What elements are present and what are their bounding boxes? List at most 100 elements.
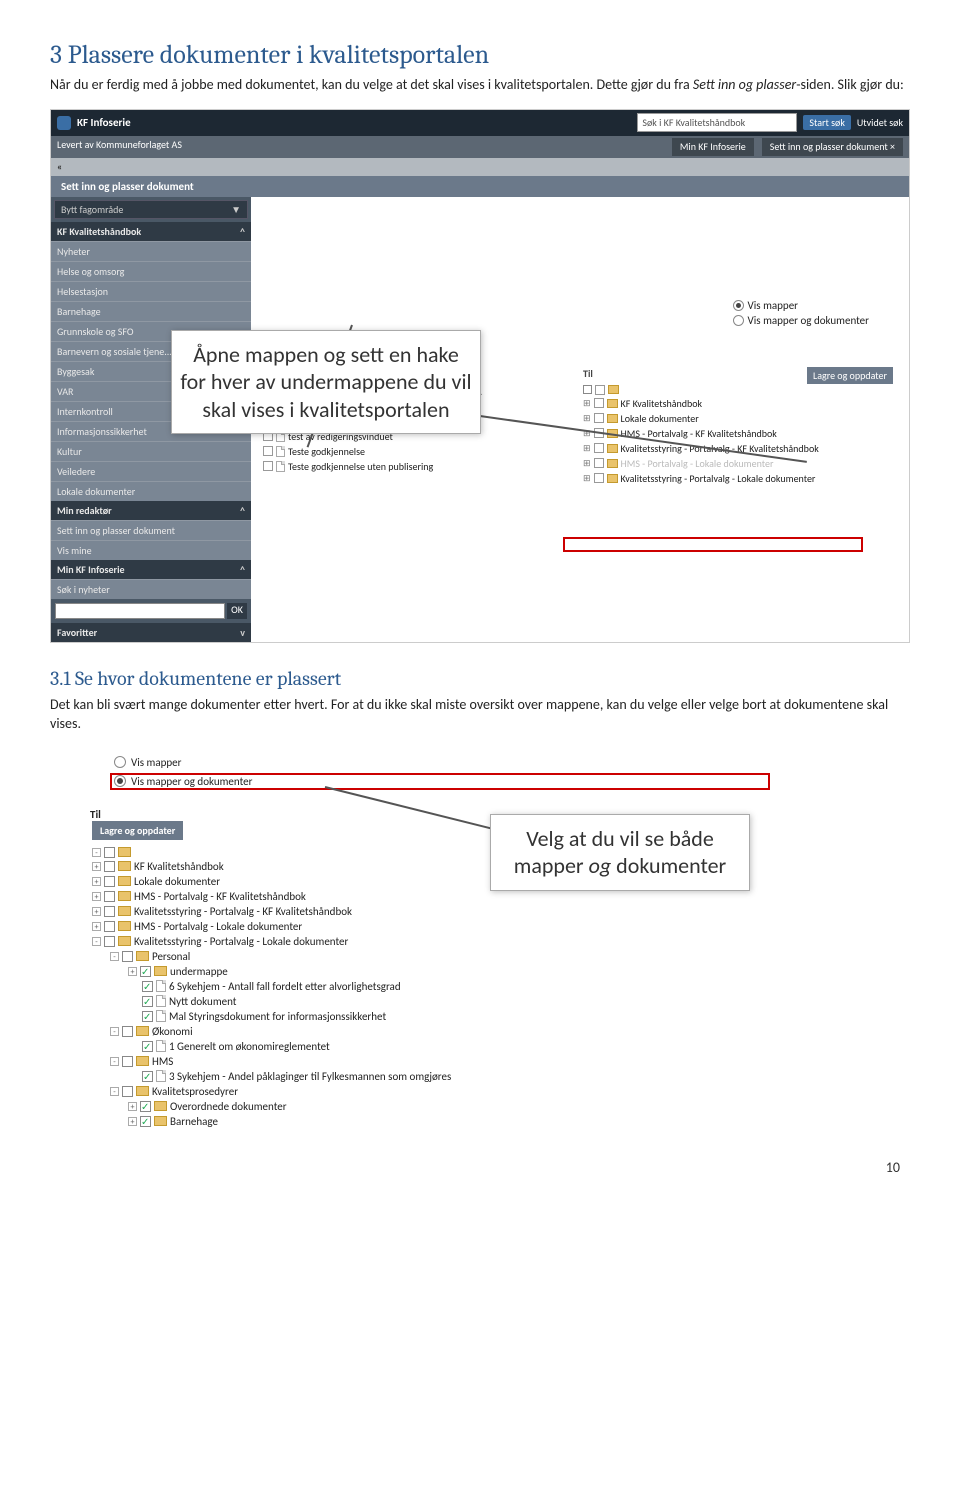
tab-min-kf-infoserie[interactable]: Min KF Infoserie	[672, 138, 754, 156]
collapse-icon[interactable]: -	[92, 937, 101, 946]
folder-item[interactable]: +Barnehage	[128, 1114, 770, 1129]
expand-icon[interactable]: ⊞	[583, 443, 591, 454]
folder-item[interactable]: -Kvalitetsstyring - Portalvalg - Lokale …	[92, 934, 770, 949]
folder-item[interactable]: -Økonomi	[110, 1024, 770, 1039]
checkbox[interactable]	[263, 446, 273, 456]
folder-item[interactable]: -Personal	[110, 949, 770, 964]
document-item[interactable]: Mal Styringsdokument for informasjonssik…	[128, 1009, 770, 1024]
expand-icon[interactable]	[583, 385, 592, 394]
sidebar-item[interactable]: Lokale dokumenter	[51, 481, 251, 501]
sidebar-item[interactable]: Barnehage	[51, 301, 251, 321]
checkbox[interactable]	[594, 443, 604, 453]
expand-icon[interactable]: ⊞	[583, 398, 591, 409]
expand-icon[interactable]: +	[92, 877, 101, 886]
tab-sett-inn-og-plasser[interactable]: Sett inn og plasser dokument ×	[762, 138, 903, 156]
checkbox[interactable]	[122, 1056, 133, 1067]
expand-icon[interactable]: -	[92, 848, 101, 857]
folder-item[interactable]: -HMS	[110, 1054, 770, 1069]
news-search-ok-button[interactable]: OK	[227, 603, 247, 619]
folder-item[interactable]: +Kvalitetsstyring - Portalvalg - KF Kval…	[92, 904, 770, 919]
radio-vis-mapper[interactable]: Vis mapper	[733, 299, 869, 312]
folder-item[interactable]: ⊞HMS - Portalvalg - Lokale dokumenter	[583, 456, 893, 471]
bytt-fagomrade-select[interactable]: Bytt fagområde▼	[54, 200, 248, 219]
sidebar-item[interactable]: Helsestasjon	[51, 281, 251, 301]
sidebar-item[interactable]: Nyheter	[51, 241, 251, 261]
section-kvalitetshandbok[interactable]: KF Kvalitetshåndbok^	[51, 222, 251, 241]
checkbox[interactable]	[140, 1116, 151, 1127]
checkbox[interactable]	[104, 891, 115, 902]
radio-vis-mapper[interactable]: Vis mapper	[110, 754, 770, 771]
radio-vis-mapper-og-dokumenter[interactable]: Vis mapper og dokumenter	[733, 314, 869, 327]
expand-icon[interactable]: +	[92, 892, 101, 901]
collapse-icon[interactable]: -	[110, 952, 119, 961]
checkbox[interactable]	[104, 921, 115, 932]
expand-icon[interactable]: ⊞	[583, 473, 591, 484]
radio-vis-mapper-og-dokumenter[interactable]: Vis mapper og dokumenter	[110, 773, 770, 790]
folder-item[interactable]: +undermappe	[128, 964, 770, 979]
expand-icon[interactable]: +	[128, 1102, 137, 1111]
top-search-input[interactable]: Søk i KF Kvalitetshåndbok	[637, 113, 797, 132]
collapse-icon[interactable]: -	[110, 1057, 119, 1066]
document-item[interactable]: Nytt dokument	[128, 994, 770, 1009]
start-search-button[interactable]: Start søk	[803, 115, 850, 130]
checkbox[interactable]	[104, 876, 115, 887]
lagre-og-oppdater-button[interactable]: Lagre og oppdater	[807, 367, 893, 384]
sidebar-item[interactable]: Helse og omsorg	[51, 261, 251, 281]
document-item[interactable]: 1 Generelt om økonomireglementet	[128, 1039, 770, 1054]
collapse-icon[interactable]: «	[57, 160, 62, 174]
folder-item[interactable]: ⊞Lokale dokumenter	[583, 411, 893, 426]
checkbox[interactable]	[142, 1011, 153, 1022]
collapse-icon[interactable]: -	[110, 1027, 119, 1036]
expand-icon[interactable]: +	[92, 907, 101, 916]
checkbox[interactable]	[142, 996, 153, 1007]
file-item[interactable]: Teste godkjennelse	[263, 444, 543, 459]
document-item[interactable]: 6 Sykehjem - Antall fall fordelt etter a…	[128, 979, 770, 994]
checkbox[interactable]	[104, 936, 115, 947]
close-icon[interactable]: ×	[890, 140, 895, 153]
checkbox[interactable]	[140, 966, 151, 977]
checkbox[interactable]	[594, 473, 604, 483]
folder-item[interactable]: ⊞KF Kvalitetshåndbok	[583, 396, 893, 411]
sidebar-item[interactable]: Kultur	[51, 441, 251, 461]
lagre-og-oppdater-button[interactable]: Lagre og oppdater	[92, 821, 183, 840]
checkbox[interactable]	[142, 981, 153, 992]
expand-icon[interactable]: ⊞	[583, 413, 591, 424]
expand-icon[interactable]: +	[128, 1117, 137, 1126]
checkbox[interactable]	[594, 413, 604, 423]
news-search-input[interactable]	[55, 603, 225, 619]
checkbox[interactable]	[122, 1086, 133, 1097]
document-item[interactable]: 3 Sykehjem - Andel påklaginger til Fylke…	[128, 1069, 770, 1084]
folder-item[interactable]: ⊞Kvalitetsstyring - Portalvalg - Lokale …	[583, 471, 893, 486]
checkbox[interactable]	[122, 1026, 133, 1037]
file-item[interactable]: Teste godkjennelse uten publisering	[263, 459, 543, 474]
folder-item[interactable]: ⊞HMS - Portalvalg - KF Kvalitetshåndbok	[583, 426, 893, 441]
checkbox[interactable]	[140, 1101, 151, 1112]
checkbox[interactable]	[263, 461, 273, 471]
folder-item[interactable]: +HMS - Portalvalg - Lokale dokumenter	[92, 919, 770, 934]
folder-item[interactable]: ⊞Kvalitetsstyring - Portalvalg - KF Kval…	[583, 441, 893, 456]
collapse-icon[interactable]: -	[110, 1087, 119, 1096]
section-favoritter[interactable]: Favoritterv	[51, 623, 251, 642]
section-min-redaktor[interactable]: Min redaktør^	[51, 501, 251, 520]
sidebar-item[interactable]: Veiledere	[51, 461, 251, 481]
checkbox[interactable]	[594, 398, 604, 408]
folder-item[interactable]: -Kvalitetsprosedyrer	[110, 1084, 770, 1099]
checkbox[interactable]	[594, 458, 604, 468]
expand-icon[interactable]: +	[128, 967, 137, 976]
checkbox[interactable]	[104, 906, 115, 917]
sidebar-item[interactable]: Vis mine	[51, 540, 251, 560]
folder-item[interactable]: +Overordnede dokumenter	[128, 1099, 770, 1114]
expand-icon[interactable]: +	[92, 922, 101, 931]
checkbox[interactable]	[142, 1041, 153, 1052]
section-min-kf-infoserie[interactable]: Min KF Infoserie^	[51, 560, 251, 579]
expand-icon[interactable]: +	[92, 862, 101, 871]
sidebar-item[interactable]: Sett inn og plasser dokument	[51, 520, 251, 540]
checkbox[interactable]	[142, 1071, 153, 1082]
checkbox[interactable]	[104, 847, 115, 858]
checkbox[interactable]	[104, 861, 115, 872]
extended-search-link[interactable]: Utvidet søk	[857, 116, 903, 129]
checkbox[interactable]	[122, 951, 133, 962]
checkbox[interactable]	[595, 385, 605, 395]
expand-icon[interactable]: ⊞	[583, 458, 591, 469]
folder-item[interactable]: +HMS - Portalvalg - KF Kvalitetshåndbok	[92, 889, 770, 904]
